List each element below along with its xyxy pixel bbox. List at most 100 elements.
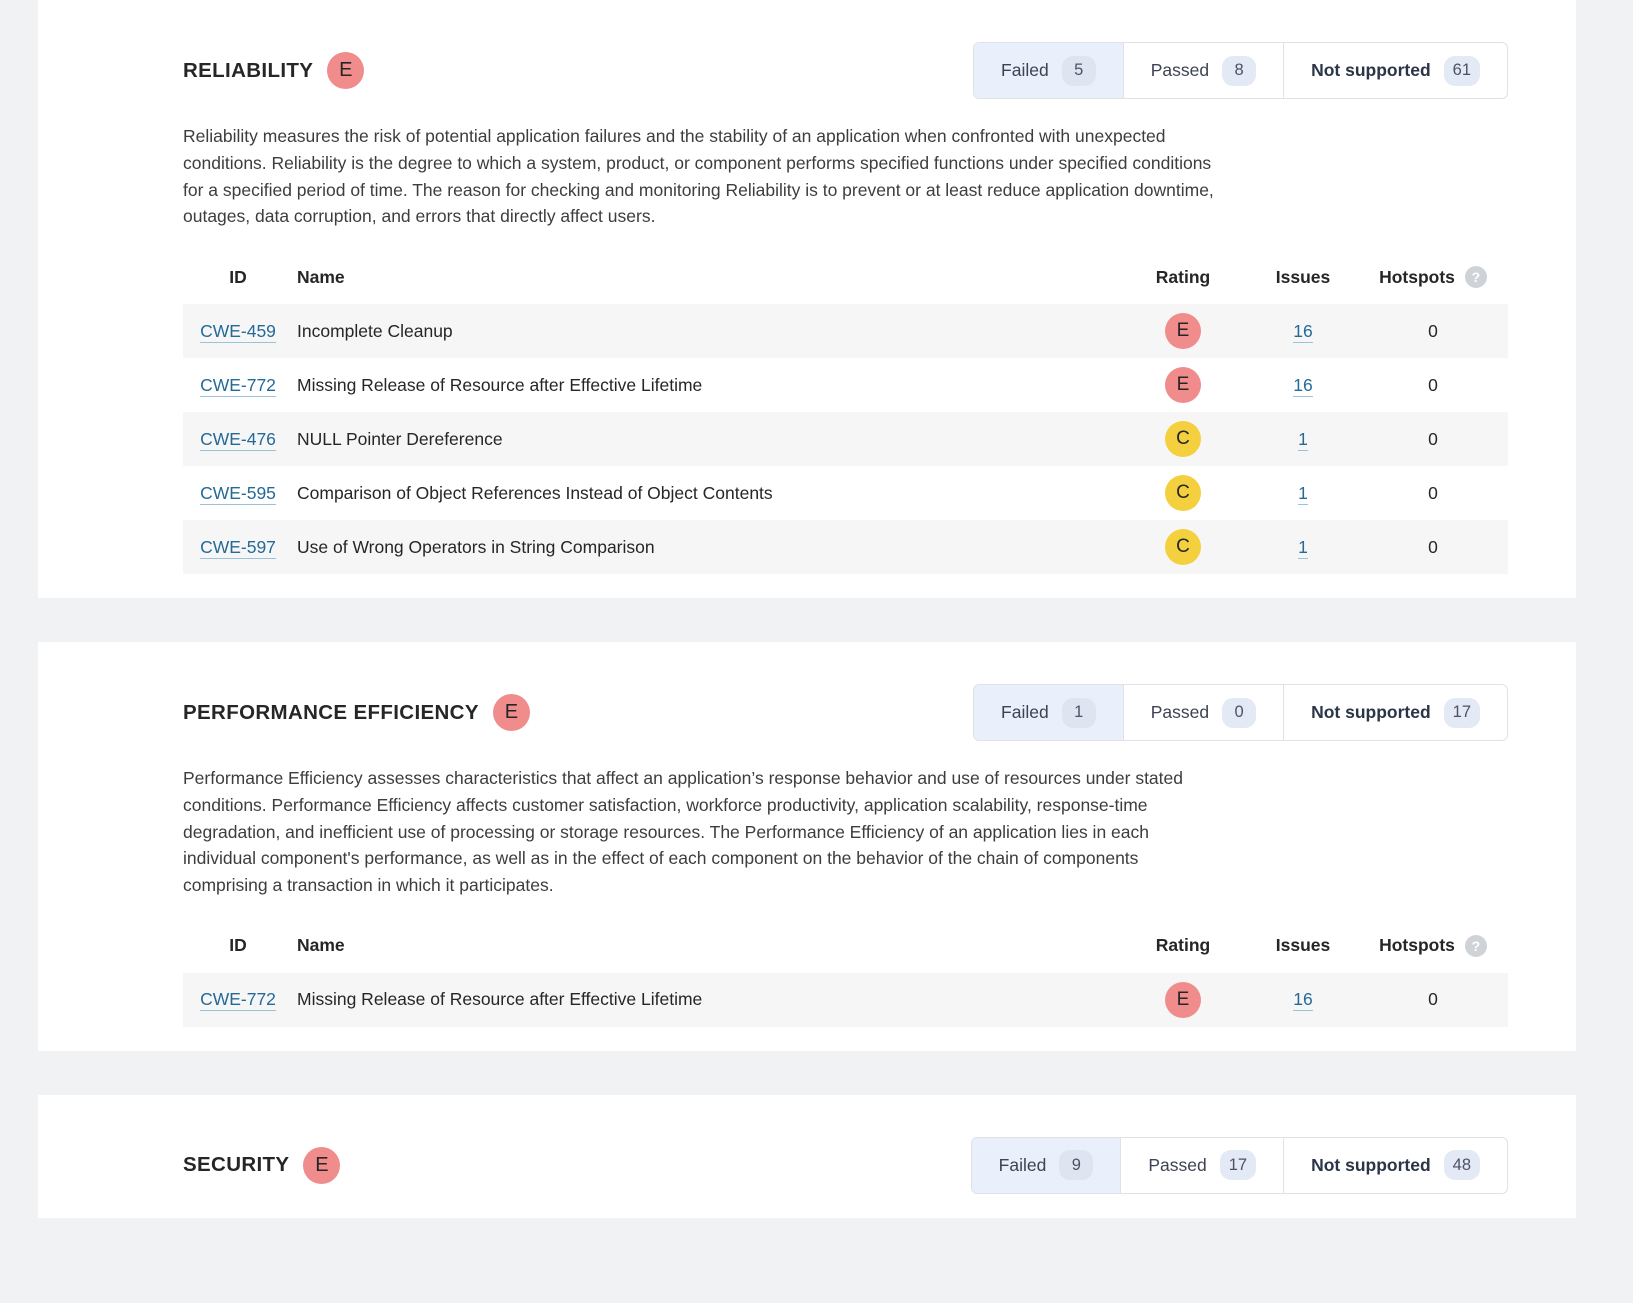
- filter-pill-not-supported[interactable]: Not supported 61: [1284, 43, 1507, 98]
- cell-id: CWE-772: [183, 973, 283, 1027]
- filter-pill-label: Passed: [1148, 1154, 1207, 1175]
- hotspots-value: 0: [1428, 320, 1438, 341]
- table-row: CWE-597 Use of Wrong Operators in String …: [183, 520, 1508, 575]
- cell-hotspots: 0: [1358, 466, 1508, 520]
- filter-pill-label: Not supported: [1311, 702, 1431, 723]
- table-row: CWE-772 Missing Release of Resource after…: [183, 972, 1508, 1027]
- cell-issues: 1: [1248, 412, 1358, 466]
- section-title-group: SECURITY E: [183, 1146, 341, 1184]
- rating-badge: E: [1165, 981, 1201, 1018]
- filter-pill-count: 5: [1061, 55, 1096, 86]
- cell-hotspots: 0: [1358, 304, 1508, 358]
- filter-pill-count: 17: [1443, 697, 1480, 728]
- filter-pill-not-supported[interactable]: Not supported 48: [1284, 1138, 1507, 1193]
- rating-badge: C: [1165, 475, 1201, 512]
- hotspots-value: 0: [1428, 536, 1438, 557]
- rating-badge: C: [1165, 529, 1201, 566]
- filter-pill-label: Passed: [1150, 702, 1210, 723]
- table-row: CWE-772 Missing Release of Resource after…: [183, 358, 1508, 413]
- column-header-hotspots: Hotspots?: [1358, 266, 1508, 304]
- filter-pill-not-supported[interactable]: Not supported 17: [1284, 685, 1507, 740]
- filter-pill-passed[interactable]: Passed 0: [1124, 685, 1285, 741]
- quality-section-card: PERFORMANCE EFFICIENCY E Failed 1 Passed 0 Not…: [38, 642, 1576, 1051]
- issues-link[interactable]: 16: [1293, 374, 1313, 397]
- cell-rating: E: [1118, 973, 1248, 1027]
- section-gap: [0, 1050, 1633, 1095]
- cell-id: CWE-459: [183, 304, 283, 358]
- cell-rating: C: [1118, 412, 1248, 466]
- filter-pill-label: Not supported: [1311, 60, 1431, 80]
- section-rating-badge: E: [327, 52, 365, 89]
- filter-pill-label: Failed: [998, 1154, 1047, 1175]
- section-title: RELIABILITY: [183, 58, 314, 82]
- cell-hotspots: 0: [1358, 973, 1508, 1027]
- table-header-row: ID Name Rating Issues Hotspots?: [183, 266, 1508, 304]
- column-header-hotspots-label: Hotspots: [1379, 935, 1455, 956]
- section-header: PERFORMANCE EFFICIENCY E Failed 1 Passed 0 Not…: [38, 642, 1576, 742]
- filter-pill-failed[interactable]: Failed 1: [974, 685, 1124, 741]
- column-header-name: Name: [297, 266, 345, 287]
- cwe-link[interactable]: CWE-459: [200, 320, 276, 343]
- filter-pill-label: Passed: [1150, 60, 1210, 80]
- filter-pill-failed[interactable]: Failed 9: [971, 1137, 1122, 1193]
- status-filter-group: Failed 9 Passed 17 Not supported 48: [970, 1136, 1508, 1194]
- cell-id: CWE-595: [183, 466, 283, 520]
- hotspots-value: 0: [1428, 428, 1438, 449]
- column-header-name: Name: [297, 935, 345, 956]
- column-header-id: ID: [229, 935, 247, 956]
- cwe-link[interactable]: CWE-772: [200, 989, 276, 1012]
- rules-table: ID Name Rating Issues Hotspots? CWE-772 Missin…: [183, 934, 1508, 1027]
- column-header-rating: Rating: [1155, 266, 1211, 287]
- table-header-row: ID Name Rating Issues Hotspots?: [183, 934, 1508, 973]
- help-icon[interactable]: ?: [1464, 266, 1487, 289]
- filter-pill-label: Failed: [1001, 702, 1049, 723]
- rating-badge: C: [1165, 421, 1201, 458]
- table-row: CWE-476 NULL Pointer Dereference C 1 0: [183, 412, 1508, 467]
- cwe-link[interactable]: CWE-595: [200, 482, 276, 505]
- section-title-group: RELIABILITY E: [183, 52, 365, 89]
- section-description: Performance Efficiency assesses characte…: [183, 768, 1183, 896]
- rating-badge: E: [1165, 367, 1201, 404]
- column-header-id: ID: [229, 266, 247, 287]
- sections-container: RELIABILITY E Failed 5 Passed 8 Not supported 6…: [0, 0, 1633, 1218]
- issues-link[interactable]: 16: [1293, 320, 1313, 343]
- cell-name: Incomplete Cleanup: [297, 320, 453, 341]
- filter-pill-passed[interactable]: Passed 8: [1124, 43, 1285, 98]
- cell-issues: 1: [1248, 520, 1358, 574]
- rules-table-container: ID Name Rating Issues Hotspots? CWE-459 Incomp…: [38, 230, 1576, 575]
- cwe-link[interactable]: CWE-476: [200, 428, 276, 451]
- cell-rating: C: [1118, 520, 1248, 574]
- column-header-issues: Issues: [1275, 935, 1331, 956]
- section-description: Reliability measures the risk of potenti…: [183, 126, 1214, 227]
- issues-link[interactable]: 1: [1298, 482, 1308, 505]
- cell-issues: 16: [1248, 304, 1358, 358]
- table-row: CWE-595 Comparison of Object References I…: [183, 466, 1508, 521]
- filter-pill-count: 9: [1059, 1150, 1094, 1181]
- cell-hotspots: 0: [1358, 358, 1508, 412]
- filter-pill-count: 61: [1443, 55, 1480, 86]
- issues-link[interactable]: 16: [1293, 989, 1313, 1012]
- column-header-issues: Issues: [1275, 266, 1331, 287]
- cell-id: CWE-476: [183, 412, 283, 466]
- filter-pill-label: Failed: [1001, 60, 1049, 80]
- column-header-hotspots-label: Hotspots: [1379, 266, 1455, 287]
- filter-pill-count: 17: [1219, 1150, 1257, 1181]
- filter-pill-passed[interactable]: Passed 17: [1121, 1137, 1285, 1193]
- hotspots-value: 0: [1428, 374, 1438, 395]
- cell-name: Missing Release of Resource after Effect…: [297, 374, 703, 395]
- filter-pill-failed[interactable]: Failed 5: [974, 43, 1124, 98]
- cwe-link[interactable]: CWE-597: [200, 536, 276, 559]
- issues-link[interactable]: 1: [1298, 536, 1308, 559]
- section-title: PERFORMANCE EFFICIENCY: [183, 700, 479, 724]
- cwe-link[interactable]: CWE-772: [200, 374, 276, 397]
- rules-table-container: ID Name Rating Issues Hotspots? CWE-772 Missin…: [38, 899, 1576, 1027]
- cell-hotspots: 0: [1358, 412, 1508, 466]
- column-header-rating: Rating: [1155, 935, 1211, 956]
- section-header: SECURITY E Failed 9 Passed 17 Not supported 48: [38, 1095, 1576, 1194]
- help-icon[interactable]: ?: [1464, 934, 1487, 957]
- cell-name: NULL Pointer Dereference: [297, 428, 503, 449]
- filter-pill-label: Not supported: [1311, 1154, 1431, 1175]
- cell-name: Missing Release of Resource after Effect…: [297, 989, 703, 1010]
- filter-pill-count: 8: [1222, 55, 1257, 86]
- issues-link[interactable]: 1: [1298, 428, 1308, 451]
